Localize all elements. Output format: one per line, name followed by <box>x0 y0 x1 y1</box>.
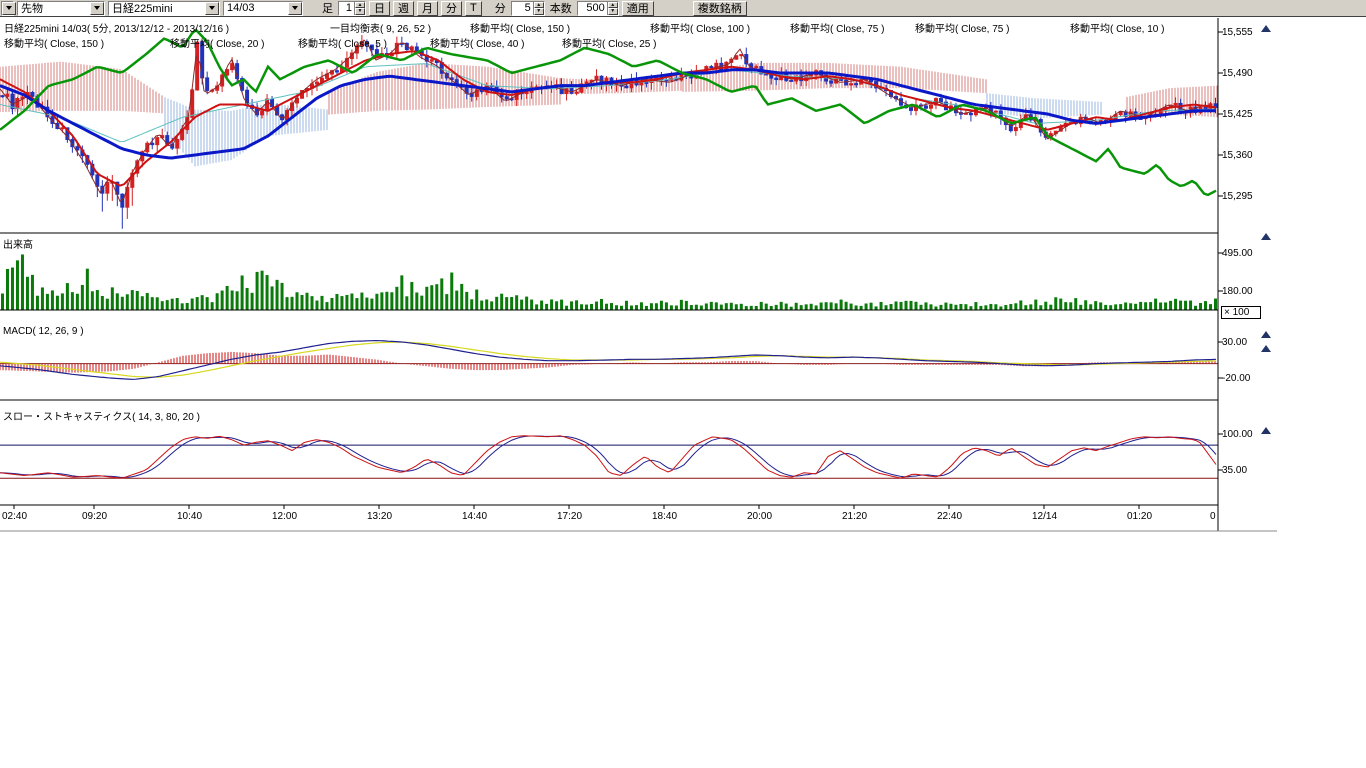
time-axis-label: 12/14 <box>1032 511 1057 522</box>
legend-item: 移動平均( Close, 40 ) <box>430 35 524 50</box>
legend-item: 一目均衡表( 9, 26, 52 ) <box>330 20 431 35</box>
price-axis-label: 15,425 <box>1222 109 1253 120</box>
time-axis-label: 10:40 <box>177 511 202 522</box>
stoch-axis-label: 100.00 <box>1222 429 1253 440</box>
volume-multiplier-box: × 100 <box>1221 306 1261 319</box>
time-axis-label: 20:00 <box>747 511 772 522</box>
time-axis-label: 02:40 <box>2 511 27 522</box>
legend-item: 移動平均( Close, 25 ) <box>562 35 656 50</box>
price-axis-label: 15,555 <box>1222 27 1253 38</box>
legend-item: 移動平均( Close, 75 ) <box>915 20 1009 35</box>
time-axis-label: 09:20 <box>82 511 107 522</box>
time-axis-label: 0 <box>1210 511 1216 522</box>
legend-item: 日経225mini 14/03( 5分, 2013/12/12 - 2013/1… <box>4 20 229 35</box>
time-axis-label: 01:20 <box>1127 511 1152 522</box>
macd-panel-title: MACD( 12, 26, 9 ) <box>3 326 84 337</box>
time-axis-label: 17:20 <box>557 511 582 522</box>
legend-item: 移動平均( Close, 5 ) <box>298 35 387 50</box>
legend-item: 移動平均( Close, 20 ) <box>170 35 264 50</box>
time-axis-label: 21:20 <box>842 511 867 522</box>
scroll-up-arrow-icon[interactable] <box>1261 345 1271 352</box>
time-axis-label: 14:40 <box>462 511 487 522</box>
macd-axis-label: 30.00 <box>1222 337 1247 348</box>
volume-panel-title: 出来高 <box>3 236 33 251</box>
time-axis-label: 22:40 <box>937 511 962 522</box>
legend-item: 移動平均( Close, 75 ) <box>790 20 884 35</box>
scroll-up-arrow-icon[interactable] <box>1261 427 1271 434</box>
chart-canvas[interactable] <box>0 0 1366 540</box>
scroll-up-arrow-icon[interactable] <box>1261 25 1271 32</box>
stoch-panel-title: スロー・ストキャスティクス( 14, 3, 80, 20 ) <box>3 408 200 423</box>
scroll-up-arrow-icon[interactable] <box>1261 233 1271 240</box>
time-axis-label: 18:40 <box>652 511 677 522</box>
time-axis-label: 13:20 <box>367 511 392 522</box>
time-axis-label: 12:00 <box>272 511 297 522</box>
scroll-up-arrow-icon[interactable] <box>1261 331 1271 338</box>
legend-item: 移動平均( Close, 150 ) <box>4 35 104 50</box>
volume-axis-label: 495.00 <box>1222 248 1253 259</box>
legend-item: 移動平均( Close, 10 ) <box>1070 20 1164 35</box>
legend-item: 移動平均( Close, 150 ) <box>470 20 570 35</box>
price-axis-label: 15,360 <box>1222 150 1253 161</box>
price-axis-label: 15,490 <box>1222 68 1253 79</box>
trading-app-window: 先物 日経225mini 14/03 足 1 ▲▼ 日 週 月 分 T 分 5 … <box>0 0 1366 768</box>
price-axis-label: 15,295 <box>1222 191 1253 202</box>
stoch-axis-label: 35.00 <box>1222 465 1247 476</box>
volume-axis-label: 180.00 <box>1222 286 1253 297</box>
legend-item: 移動平均( Close, 100 ) <box>650 20 750 35</box>
macd-axis-label: -20.00 <box>1222 373 1250 384</box>
